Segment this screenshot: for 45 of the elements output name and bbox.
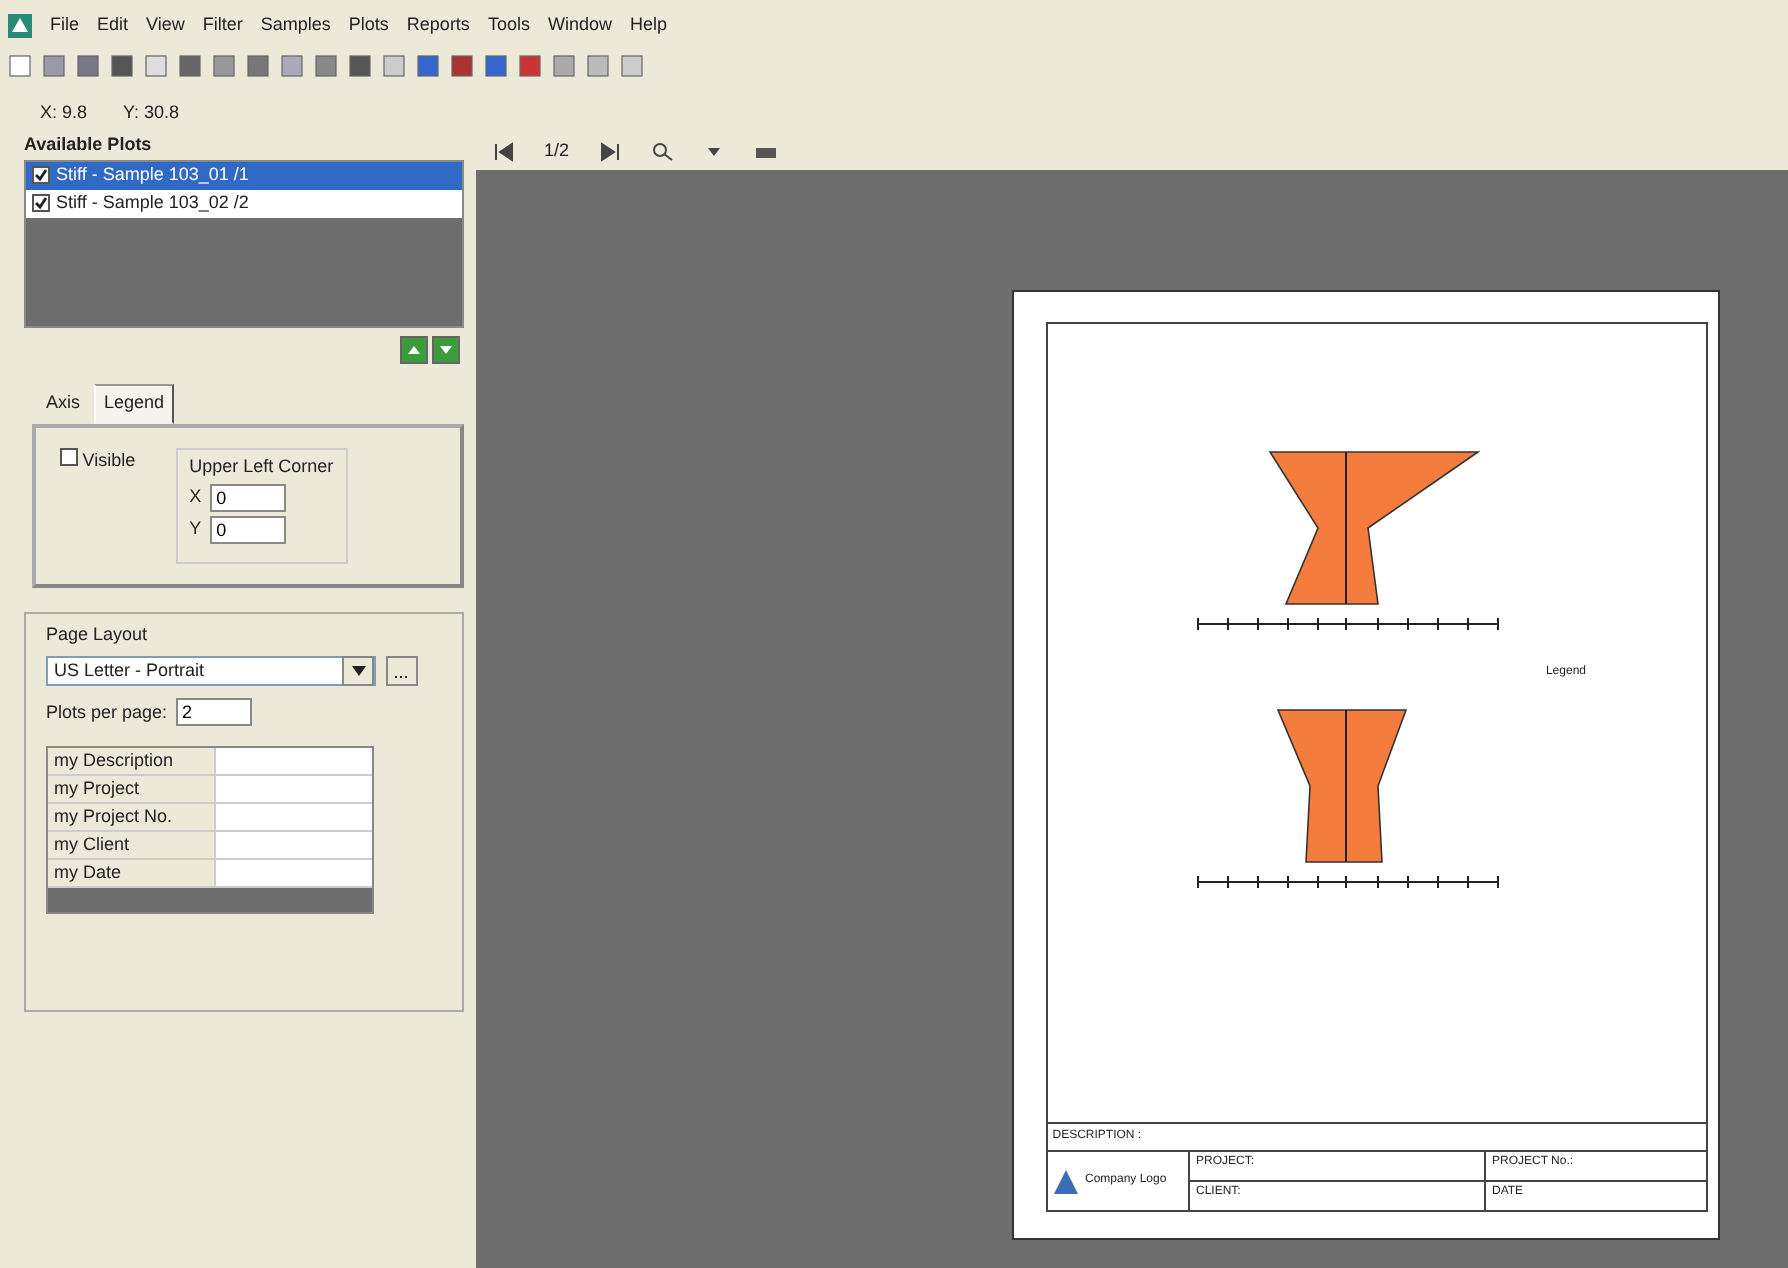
section-title: Page Layout <box>46 621 150 648</box>
x-coordinate: X: 9.8 <box>40 100 88 120</box>
last-page-icon[interactable] <box>597 141 622 161</box>
field-label: Plots per page: <box>46 699 168 726</box>
y-coordinate: Y: 30.8 <box>123 100 180 120</box>
menu-item[interactable]: Window <box>547 12 612 40</box>
table-cell[interactable]: my Description <box>48 748 216 775</box>
menu-item[interactable]: Edit <box>97 12 129 40</box>
tab[interactable]: Axis <box>36 384 91 423</box>
checkbox[interactable] <box>32 166 50 184</box>
zoom-icon[interactable] <box>649 141 674 161</box>
dropdown-button[interactable] <box>342 656 374 686</box>
checkbox[interactable] <box>32 194 50 212</box>
input-field[interactable]: 2 <box>176 698 253 727</box>
panel-title: Available Plots <box>24 132 154 158</box>
menu-item[interactable]: Filter <box>202 12 243 40</box>
table-cell[interactable]: my Client <box>48 832 216 859</box>
group-title: Upper Left Corner <box>189 453 334 480</box>
layout-dropdown[interactable]: US Letter - Portrait <box>46 656 376 686</box>
move-up-icon[interactable] <box>399 336 427 364</box>
first-page-icon[interactable] <box>492 141 516 161</box>
plot-list-item[interactable]: Stiff - Sample 103_02 /2 <box>26 189 462 217</box>
menu-item[interactable]: Tools <box>487 12 530 40</box>
move-down-icon[interactable] <box>431 336 460 364</box>
visible-checkbox[interactable]: Visible <box>60 447 136 563</box>
input-field[interactable]: 0 <box>210 484 287 512</box>
dropdown-value: US Letter - Portrait <box>54 657 205 684</box>
more-button[interactable]: ... <box>385 656 417 686</box>
plot-list-item[interactable]: Stiff - Sample 103_01 /1 <box>26 161 462 189</box>
input-field[interactable]: 0 <box>210 516 287 544</box>
page-number: 1/2 <box>544 137 570 164</box>
menu-item[interactable]: Plots <box>348 12 389 40</box>
menu-item[interactable]: Reports <box>406 12 470 40</box>
field-label: Y <box>189 516 202 543</box>
logo-icon <box>1052 1167 1081 1195</box>
tab[interactable]: Legend <box>94 384 175 423</box>
field-label: X <box>189 484 202 511</box>
table-cell[interactable]: my Date <box>48 860 216 887</box>
menu-item[interactable]: File <box>50 12 80 40</box>
menu-item[interactable]: Samples <box>260 12 331 40</box>
table-cell[interactable]: my Project No. <box>48 804 216 831</box>
table-cell[interactable]: my Project <box>48 776 216 803</box>
menu-item[interactable]: Help <box>629 12 667 40</box>
menu-item[interactable]: View <box>146 12 185 40</box>
caret-icon <box>351 666 365 676</box>
